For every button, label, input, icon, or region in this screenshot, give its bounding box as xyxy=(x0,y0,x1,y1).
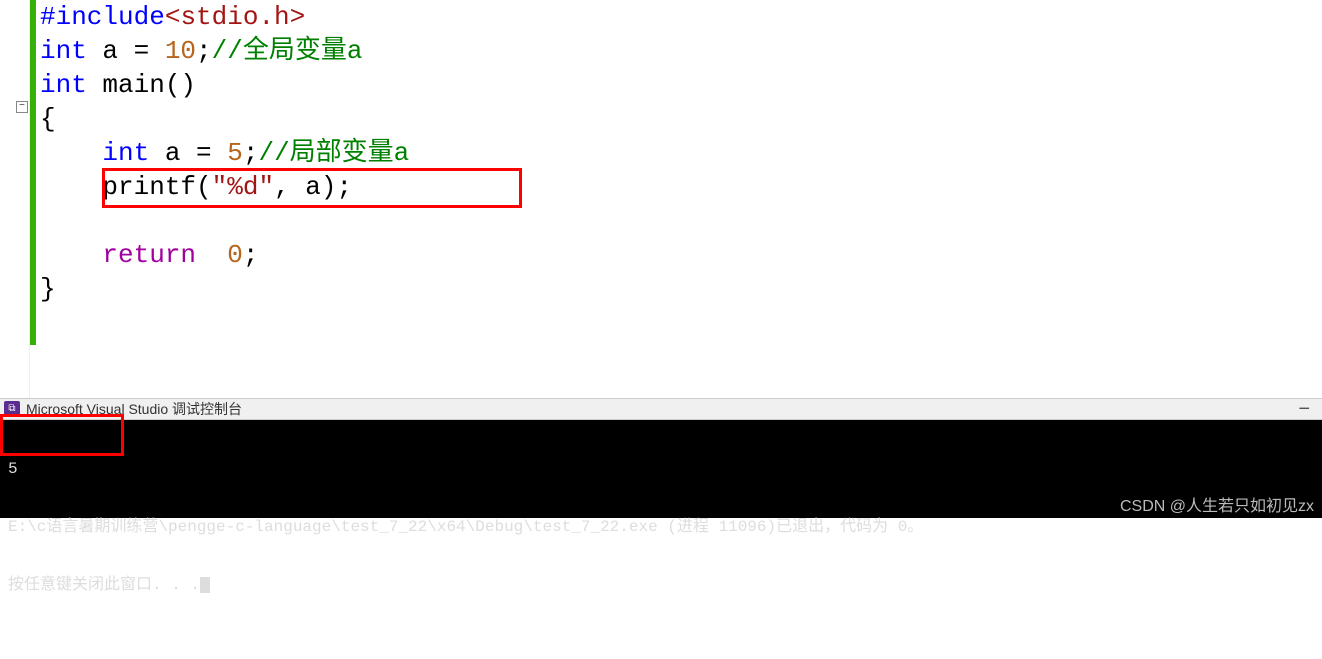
code-line[interactable] xyxy=(40,204,1322,238)
console-title-text: Microsoft Visual Studio 调试控制台 xyxy=(26,399,242,419)
semicolon: ; xyxy=(243,240,259,270)
code-line[interactable]: int main() xyxy=(40,68,1322,102)
type-keyword: int xyxy=(102,138,149,168)
brace-close: } xyxy=(40,274,56,304)
return-keyword: return xyxy=(102,240,196,270)
gutter: − xyxy=(0,0,30,398)
code-line[interactable]: #include<stdio.h> xyxy=(40,0,1322,34)
code-line[interactable]: return 0; xyxy=(40,238,1322,272)
type-keyword: int xyxy=(40,70,87,100)
code-area[interactable]: #include<stdio.h> int a = 10;//全局变量a int… xyxy=(40,0,1322,306)
semicolon: ; xyxy=(243,138,259,168)
string-literal: "%d" xyxy=(212,172,274,202)
number-literal: 5 xyxy=(227,138,243,168)
code-editor[interactable]: − #include<stdio.h> int a = 10;//全局变量a i… xyxy=(0,0,1322,398)
preproc-keyword: #include xyxy=(40,2,165,32)
angle-close: > xyxy=(290,2,306,32)
paren-pair: () xyxy=(165,70,196,100)
decl-text: a = xyxy=(87,36,165,66)
console-output-line: 5 xyxy=(8,458,1314,480)
comment: //局部变量a xyxy=(258,138,409,168)
comment: //全局变量a xyxy=(212,36,363,66)
indent xyxy=(40,240,102,270)
paren-open: ( xyxy=(196,172,212,202)
debug-console-window: ⧉ Microsoft Visual Studio 调试控制台 − 5 E:\c… xyxy=(0,398,1322,518)
number-literal: 0 xyxy=(227,240,243,270)
type-keyword: int xyxy=(40,36,87,66)
brace-open: { xyxy=(40,104,56,134)
console-output-line: E:\c语言暑期训练营\pengge-c-language\test_7_22\… xyxy=(8,516,1314,538)
function-name: main xyxy=(87,70,165,100)
console-cursor xyxy=(200,577,210,593)
console-output-line: 按任意键关闭此窗口. . . xyxy=(8,574,1314,596)
console-prompt-text: 按任意键关闭此窗口. . . xyxy=(8,576,200,594)
console-body[interactable]: 5 E:\c语言暑期训练营\pengge-c-language\test_7_2… xyxy=(0,420,1322,518)
change-indicator-bar xyxy=(30,0,36,345)
decl-text: a = xyxy=(149,138,227,168)
console-titlebar[interactable]: ⧉ Microsoft Visual Studio 调试控制台 − xyxy=(0,398,1322,420)
code-line[interactable]: printf("%d", a); xyxy=(40,170,1322,204)
include-header: stdio.h xyxy=(180,2,289,32)
code-line[interactable]: int a = 10;//全局变量a xyxy=(40,34,1322,68)
space xyxy=(196,240,227,270)
code-line[interactable]: } xyxy=(40,272,1322,306)
blank xyxy=(40,206,56,236)
minimize-icon[interactable]: − xyxy=(1298,402,1310,416)
visual-studio-icon: ⧉ xyxy=(4,401,20,417)
indent xyxy=(40,138,102,168)
semicolon: ; xyxy=(196,36,212,66)
csdn-watermark: CSDN @人生若只如初见zx xyxy=(1120,492,1314,516)
indent xyxy=(40,172,102,202)
number-literal: 10 xyxy=(165,36,196,66)
code-line[interactable]: int a = 5;//局部变量a xyxy=(40,136,1322,170)
angle-open: < xyxy=(165,2,181,32)
code-line[interactable]: { xyxy=(40,102,1322,136)
call-rest: , a); xyxy=(274,172,352,202)
fold-toggle[interactable]: − xyxy=(16,101,28,113)
function-call: printf xyxy=(102,172,196,202)
